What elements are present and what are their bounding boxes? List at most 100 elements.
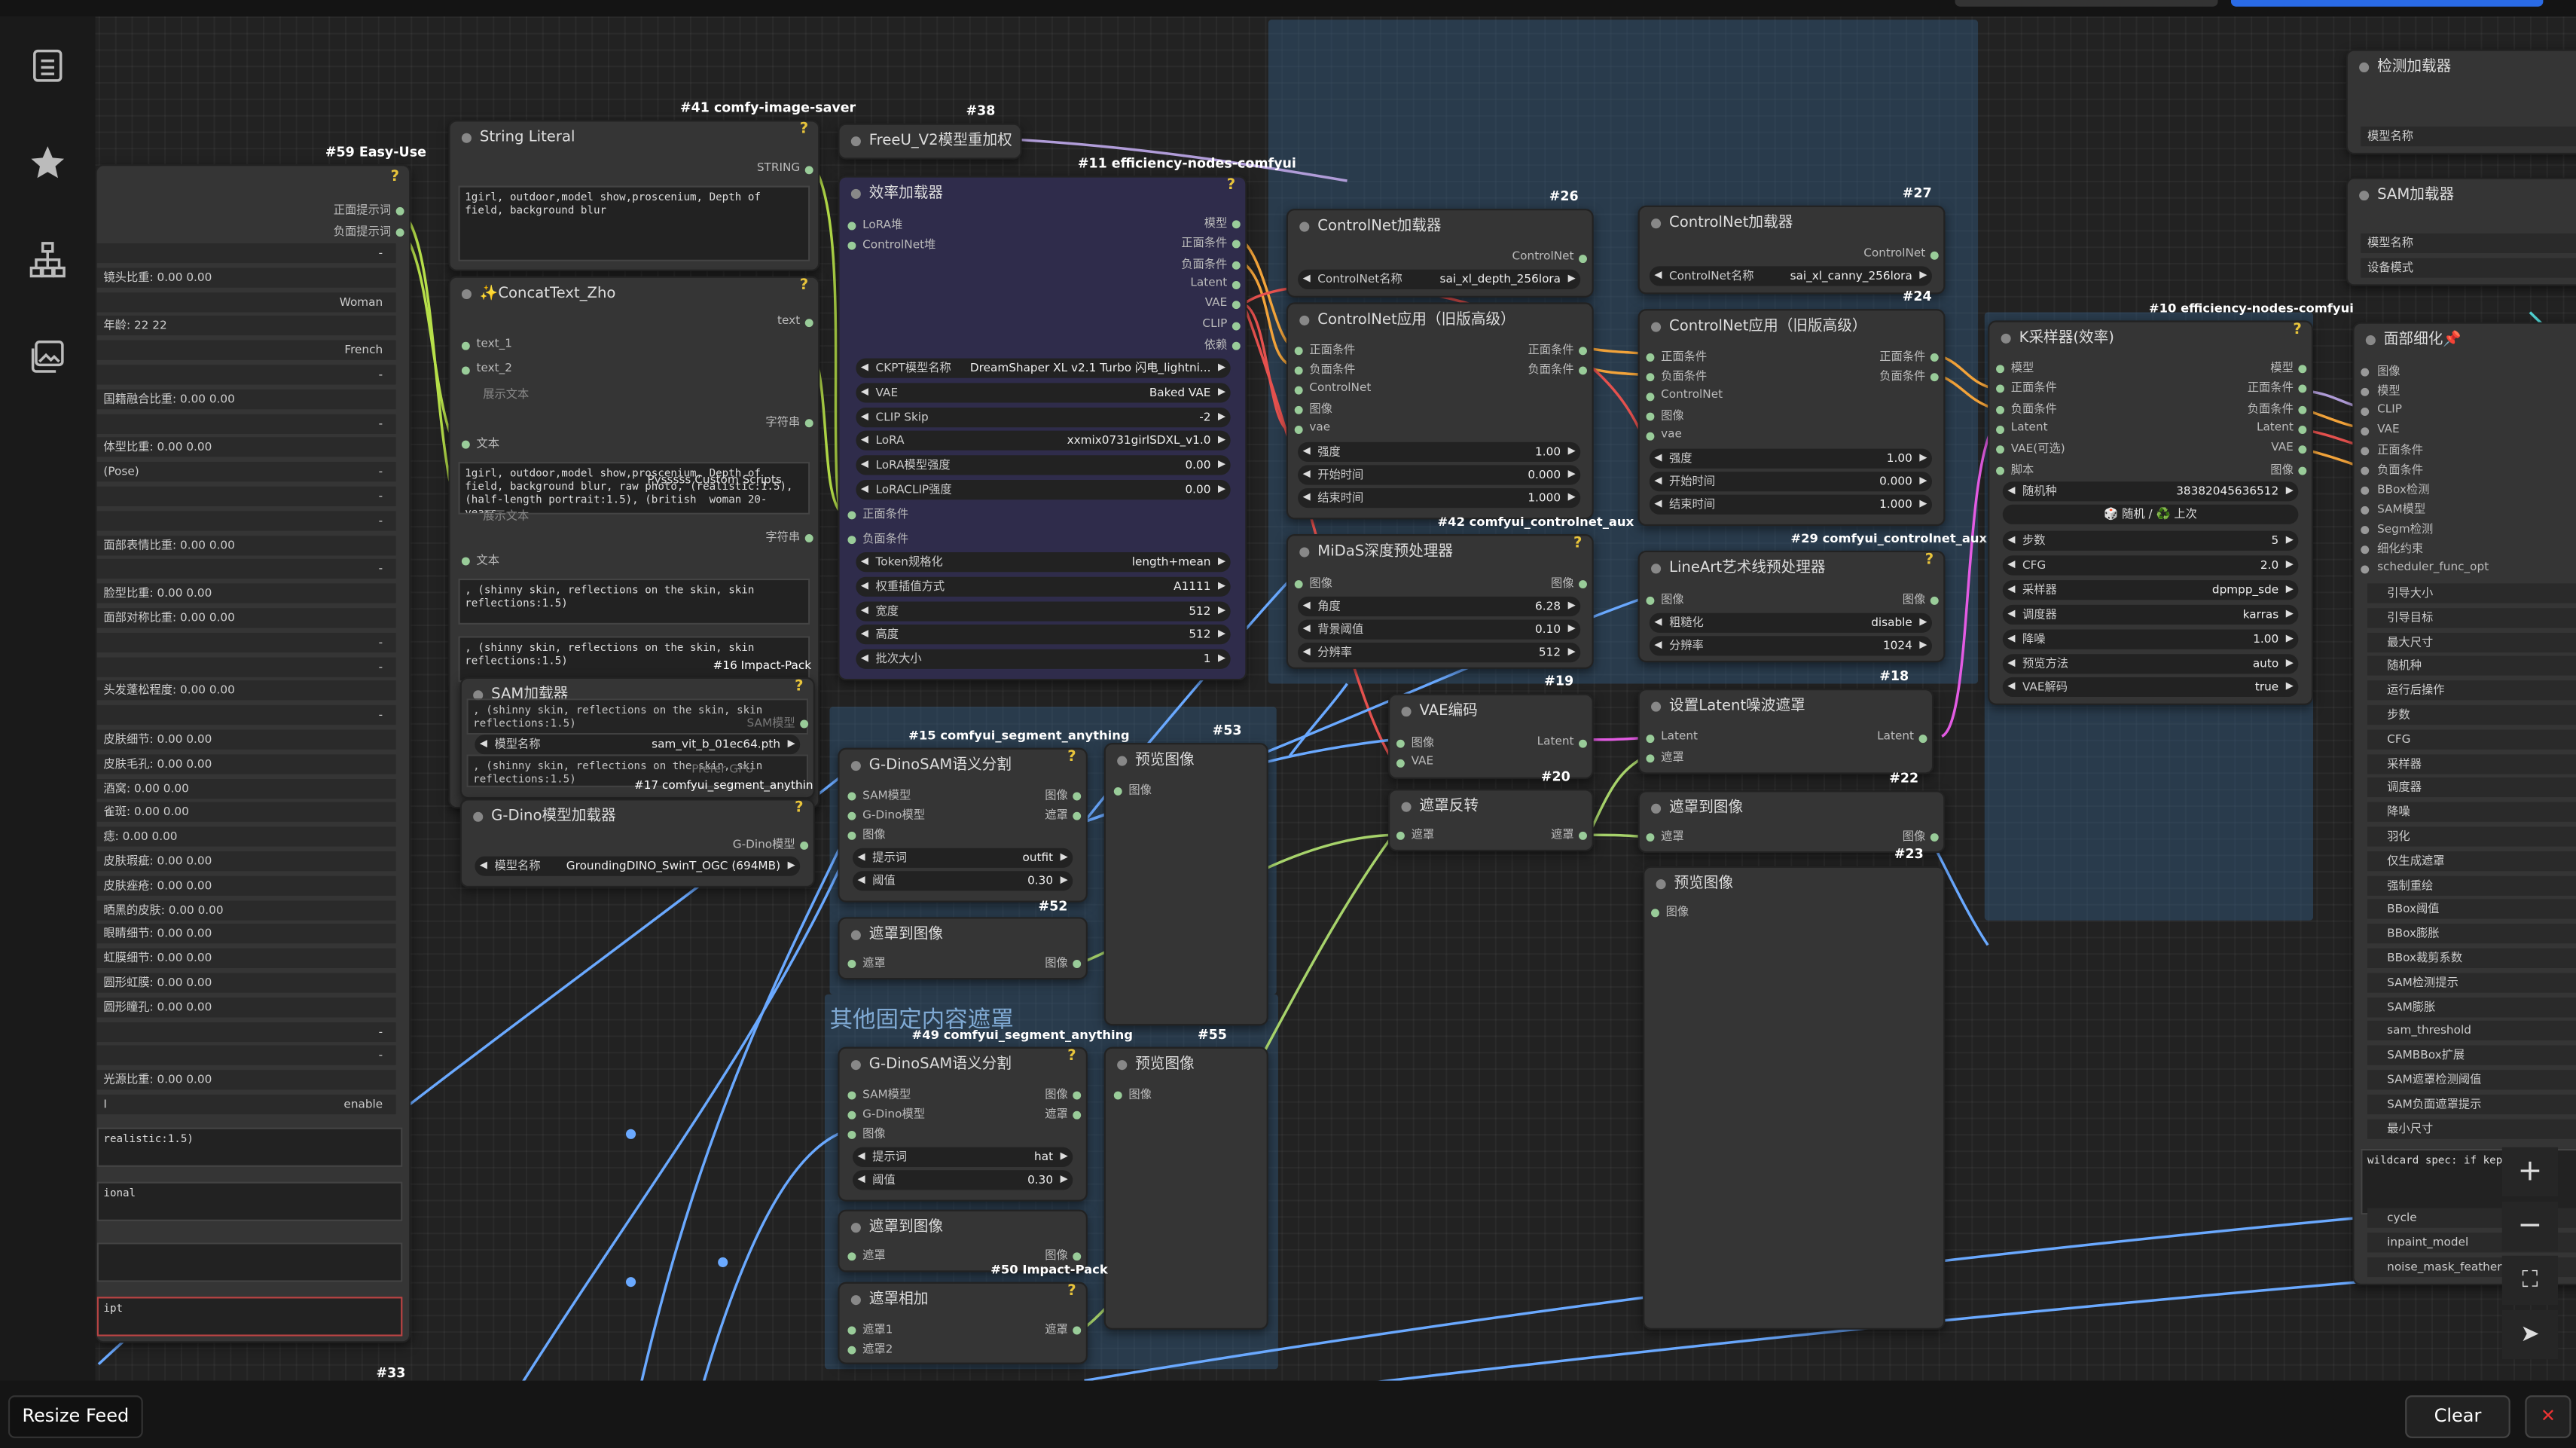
easy-use-widget[interactable]: - xyxy=(96,1022,396,1042)
input-controlnet[interactable]: ControlNet xyxy=(1644,388,1723,402)
efficiency-widget[interactable]: LoRA模型强度0.00 xyxy=(856,455,1231,475)
input-mask-2[interactable]: 遮罩2 xyxy=(846,1341,893,1358)
help-icon[interactable]: ? xyxy=(2293,322,2301,339)
prompt-input[interactable]: 提示词outfit xyxy=(853,848,1073,868)
output-gdino-model[interactable]: G-Dino模型 xyxy=(733,836,810,853)
shown-text-2[interactable]: , (shinny skin, reflections on the skin,… xyxy=(458,578,810,625)
input-image[interactable]: 图像 xyxy=(846,1126,886,1142)
output-image[interactable]: 图像 xyxy=(1045,787,1082,804)
efficiency-output[interactable]: 负面条件 xyxy=(1181,255,1242,272)
input-sam-model[interactable]: SAM模型 xyxy=(846,787,911,804)
midas-node[interactable]: MiDaS深度预处理器 ? 图像 图像 角度6.28 背景阈值0.10 分辨率5… xyxy=(1286,534,1594,669)
efficiency-widget[interactable]: LoRAxxmix0731girlSDXL_v1.0 xyxy=(856,431,1231,451)
easy-use-widget[interactable]: - xyxy=(96,413,396,434)
strength-input[interactable]: 强度1.00 xyxy=(1649,448,1932,469)
ksampler-input[interactable]: 脚本 xyxy=(1995,461,2034,478)
clear-button[interactable]: Clear xyxy=(2405,1395,2510,1438)
efficiency-output[interactable]: CLIP xyxy=(1202,316,1242,330)
input-mask[interactable]: 遮罩 xyxy=(1644,829,1684,845)
output-image[interactable]: 图像 xyxy=(1045,1086,1082,1103)
ksampler-widget[interactable]: 步数5 xyxy=(2002,530,2299,551)
queue-list-icon[interactable] xyxy=(28,46,67,85)
face-detailer-widget[interactable]: 引导目标 xyxy=(2367,607,2576,628)
input-mask[interactable]: 遮罩 xyxy=(1644,750,1684,766)
ksampler-widget[interactable]: 调度器karras xyxy=(2002,604,2299,625)
face-detailer-widget[interactable]: 降噪 xyxy=(2367,802,2576,823)
input-positive[interactable]: 正面条件 xyxy=(846,506,908,523)
efficiency-output[interactable]: 模型 xyxy=(1204,215,1242,232)
coarse-select[interactable]: 粗糙化disable xyxy=(1649,612,1932,633)
easy-use-widget[interactable]: - xyxy=(96,365,396,385)
end-time-input[interactable]: 结束时间1.000 xyxy=(1649,494,1932,515)
easy-use-widget[interactable]: 眼睛细节: 0.00 0.00 xyxy=(96,924,396,945)
efficiency-widget[interactable]: 高度512 xyxy=(856,625,1231,646)
input-negative[interactable]: 负面条件 xyxy=(846,531,908,548)
ksampler-widget[interactable]: 预览方法auto xyxy=(2002,653,2299,674)
easy-use-widget[interactable]: French xyxy=(96,341,396,361)
face-detailer-input[interactable]: 图像 xyxy=(2361,363,2401,380)
output-mask[interactable]: 遮罩 xyxy=(1045,1106,1082,1123)
strength-input[interactable]: 强度1.00 xyxy=(1298,441,1581,463)
text-area-4[interactable]: ipt xyxy=(96,1297,403,1336)
angle-input[interactable]: 角度6.28 xyxy=(1298,596,1581,617)
efficiency-widget[interactable]: 权重插值方式A1111 xyxy=(856,576,1231,597)
input-image[interactable]: 图像 xyxy=(1113,1086,1152,1103)
ksampler-input[interactable]: Latent xyxy=(1995,420,2048,434)
easy-use-widget[interactable]: 虹膜细节: 0.00 0.00 xyxy=(96,949,396,969)
start-time-input[interactable]: 开始时间0.000 xyxy=(1649,472,1932,492)
easy-use-node[interactable]: ? 正面提示词 负面提示词 - 镜头比重: 0.00 0.00 Woman 年龄: 2… xyxy=(95,164,411,1343)
input-image[interactable]: 图像 xyxy=(1644,591,1684,608)
efficiency-output[interactable]: 依赖 xyxy=(1204,337,1242,353)
face-detailer-input[interactable]: 细化约束 xyxy=(2361,541,2423,558)
face-detailer-input[interactable]: CLIP xyxy=(2361,402,2402,416)
controlnet-apply-2[interactable]: ControlNet应用（旧版高级） 正面条件 负面条件 ControlNet … xyxy=(1637,309,1946,527)
text-area-1[interactable]: realistic:1.5) xyxy=(96,1127,403,1167)
easy-use-widget[interactable]: - xyxy=(96,705,396,726)
randomize-button[interactable]: 🎲 随机 / ♻️ 上次 xyxy=(2002,504,2299,524)
resolution-input[interactable]: 分辨率1024 xyxy=(1649,636,1932,656)
easy-use-widget[interactable]: 晒黑的皮肤: 0.00 0.00 xyxy=(96,900,396,920)
help-icon[interactable]: ? xyxy=(1067,750,1076,766)
controlnet-apply-1[interactable]: ControlNet应用（旧版高级） 正面条件 负面条件 ControlNet … xyxy=(1286,302,1594,520)
ksampler-input[interactable]: 模型 xyxy=(1995,360,2034,377)
ksampler-input[interactable]: 正面条件 xyxy=(1995,380,2057,397)
model-name-select[interactable]: 模型名称sam_vit_b_01ec64.pth xyxy=(475,735,801,755)
easy-use-widget[interactable]: 酒窝: 0.00 0.00 xyxy=(96,778,396,799)
threshold-input[interactable]: 阈值0.30 xyxy=(853,871,1073,891)
face-detailer-widget[interactable]: 调度器 xyxy=(2367,777,2576,798)
ksampler-output[interactable]: Latent xyxy=(2257,420,2309,434)
device-mode-select[interactable]: 设备模式 xyxy=(2361,258,2576,278)
easy-use-widget[interactable]: 头发蓬松程度: 0.00 0.00 xyxy=(96,681,396,701)
input-image[interactable]: 图像 xyxy=(1293,401,1332,417)
bg-threshold-input[interactable]: 背景阈值0.10 xyxy=(1298,619,1581,640)
set-latent-noise-mask-node[interactable]: 设置Latent噪波遮罩 Latent 遮罩 Latent xyxy=(1637,689,1934,774)
ksampler-widget[interactable]: CFG2.0 xyxy=(2002,555,2299,576)
help-icon[interactable]: ? xyxy=(795,679,803,695)
string-literal-node[interactable]: String Literal ? STRING 1girl, outdoor,m… xyxy=(448,120,820,271)
zoom-out-icon[interactable]: − xyxy=(2501,1201,2559,1251)
freeu-node[interactable]: FreeU_V2模型重加权 xyxy=(838,123,1022,160)
help-icon[interactable]: ? xyxy=(1227,178,1235,194)
close-icon[interactable]: ✕ xyxy=(2525,1395,2571,1438)
output-string[interactable]: STRING xyxy=(757,161,815,175)
prompt-input[interactable]: 提示词hat xyxy=(853,1147,1073,1167)
easy-use-widget[interactable]: - xyxy=(96,486,396,506)
output-latent[interactable]: Latent xyxy=(1877,730,1929,744)
gdino-sam-seg-node-2[interactable]: G-DinoSAM语义分割 ? SAM模型 G-Dino模型 图像 图像 遮罩 … xyxy=(838,1046,1088,1202)
face-detailer-widget[interactable]: SAMBBox扩展 xyxy=(2367,1045,2576,1066)
face-detailer-input[interactable]: VAE xyxy=(2361,423,2400,436)
help-icon[interactable]: ? xyxy=(391,170,399,186)
input-lora-stack[interactable]: LoRA堆 xyxy=(846,217,902,234)
vae-encode-node[interactable]: VAE编码 图像 VAE Latent xyxy=(1388,693,1594,780)
shown-text-1[interactable]: 1girl, outdoor,model show,proscenium, De… xyxy=(458,462,810,515)
model-name-select[interactable]: 模型名称 xyxy=(2361,233,2576,253)
easy-use-widget[interactable]: - xyxy=(96,243,396,264)
easy-use-widget[interactable]: 皮肤细节: 0.00 0.00 xyxy=(96,729,396,750)
help-icon[interactable]: ? xyxy=(1067,1284,1076,1300)
efficiency-widget[interactable]: CKPT模型名称DreamShaper XL v2.1 Turbo 闪电_lig… xyxy=(856,358,1231,378)
output-negative[interactable]: 负面条件 xyxy=(1528,362,1589,378)
device-mode-value[interactable]: Prefer GPU xyxy=(691,762,753,775)
input-gdino-model[interactable]: G-Dino模型 xyxy=(846,807,925,823)
start-time-input[interactable]: 开始时间0.000 xyxy=(1298,465,1581,485)
easy-use-widget[interactable]: 雀斑: 0.00 0.00 xyxy=(96,802,396,823)
